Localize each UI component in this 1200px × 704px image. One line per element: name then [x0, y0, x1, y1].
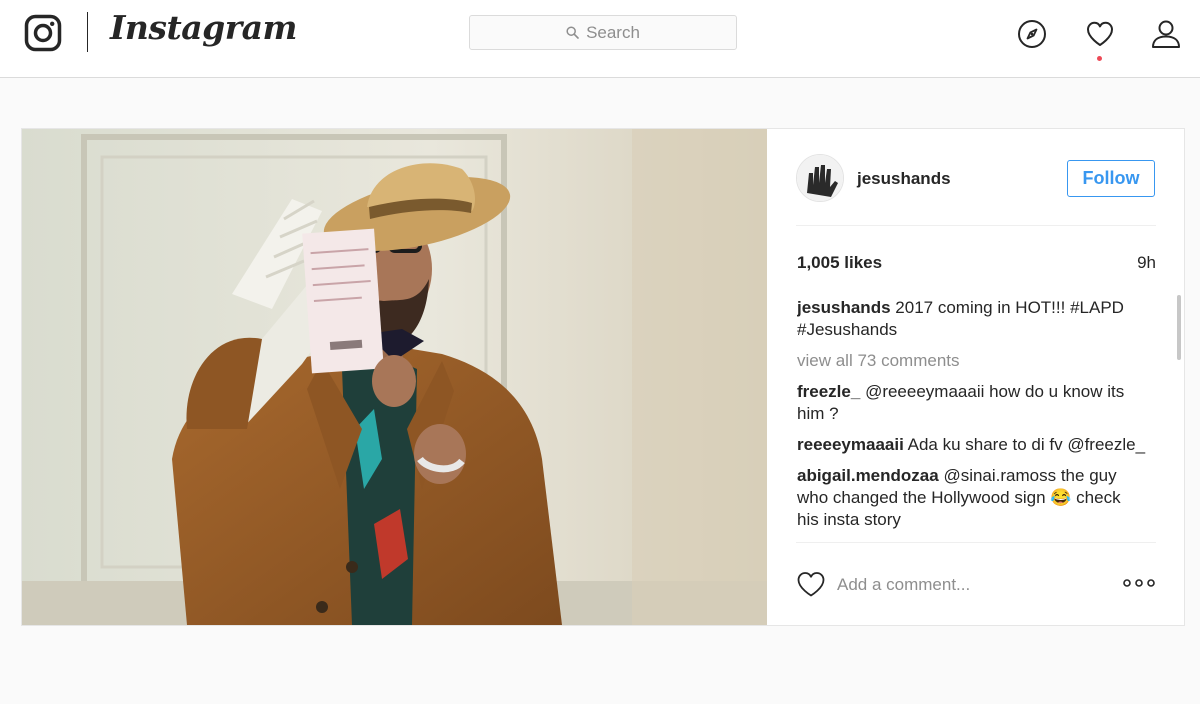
avatar[interactable] [796, 154, 844, 202]
like-heart-icon[interactable] [796, 570, 826, 598]
instagram-wordmark[interactable]: Instagram [110, 8, 297, 47]
post-author-username[interactable]: jesushands [857, 169, 951, 189]
comments-scrollbar[interactable] [1177, 295, 1181, 360]
post-card: jesushands Follow 1,005 likes 9h jesusha… [21, 128, 1185, 626]
caption: jesushands 2017 coming in HOT!!! #LAPD #… [797, 297, 1147, 341]
comment-username[interactable]: reeeeymaaaii [797, 435, 904, 454]
post-header: jesushands Follow [767, 129, 1185, 225]
logo-divider [87, 12, 88, 52]
follow-button[interactable]: Follow [1067, 160, 1155, 197]
comments-list: jesushands 2017 coming in HOT!!! #LAPD #… [797, 297, 1167, 541]
top-navigation: Instagram Search [0, 0, 1200, 78]
comment-text: Ada ku share to di fv @freezle_ [907, 435, 1146, 454]
post-photo[interactable] [22, 129, 767, 625]
likes-count[interactable]: 1,005 likes [797, 253, 882, 273]
comment-item: abigail.mendozaa @sinai.ramoss the guy w… [797, 465, 1147, 531]
heart-icon[interactable] [1085, 19, 1115, 49]
add-comment-input[interactable] [837, 571, 1117, 599]
post-side-panel: jesushands Follow 1,005 likes 9h jesusha… [767, 129, 1185, 625]
more-options-icon[interactable] [1123, 576, 1155, 590]
comment-item: freezle_ @reeeeymaaaii how do u know its… [797, 381, 1147, 425]
instagram-camera-icon[interactable] [24, 14, 62, 52]
header-divider [796, 225, 1156, 226]
footer-divider [796, 542, 1156, 543]
compass-icon[interactable] [1017, 19, 1047, 49]
view-all-comments-link[interactable]: view all 73 comments [797, 350, 1167, 372]
post-timestamp[interactable]: 9h [1137, 253, 1156, 273]
search-placeholder: Search [586, 22, 640, 42]
avatar-image [797, 155, 843, 201]
notification-dot [1097, 56, 1102, 61]
comment-item: reeeeymaaaii Ada ku share to di fv @free… [797, 434, 1147, 456]
comment-username[interactable]: freezle_ [797, 382, 860, 401]
comment-username[interactable]: abigail.mendozaa [797, 466, 939, 485]
profile-icon[interactable] [1151, 19, 1181, 49]
search-input[interactable]: Search [469, 15, 737, 50]
search-icon [566, 26, 579, 39]
caption-username[interactable]: jesushands [797, 298, 891, 317]
